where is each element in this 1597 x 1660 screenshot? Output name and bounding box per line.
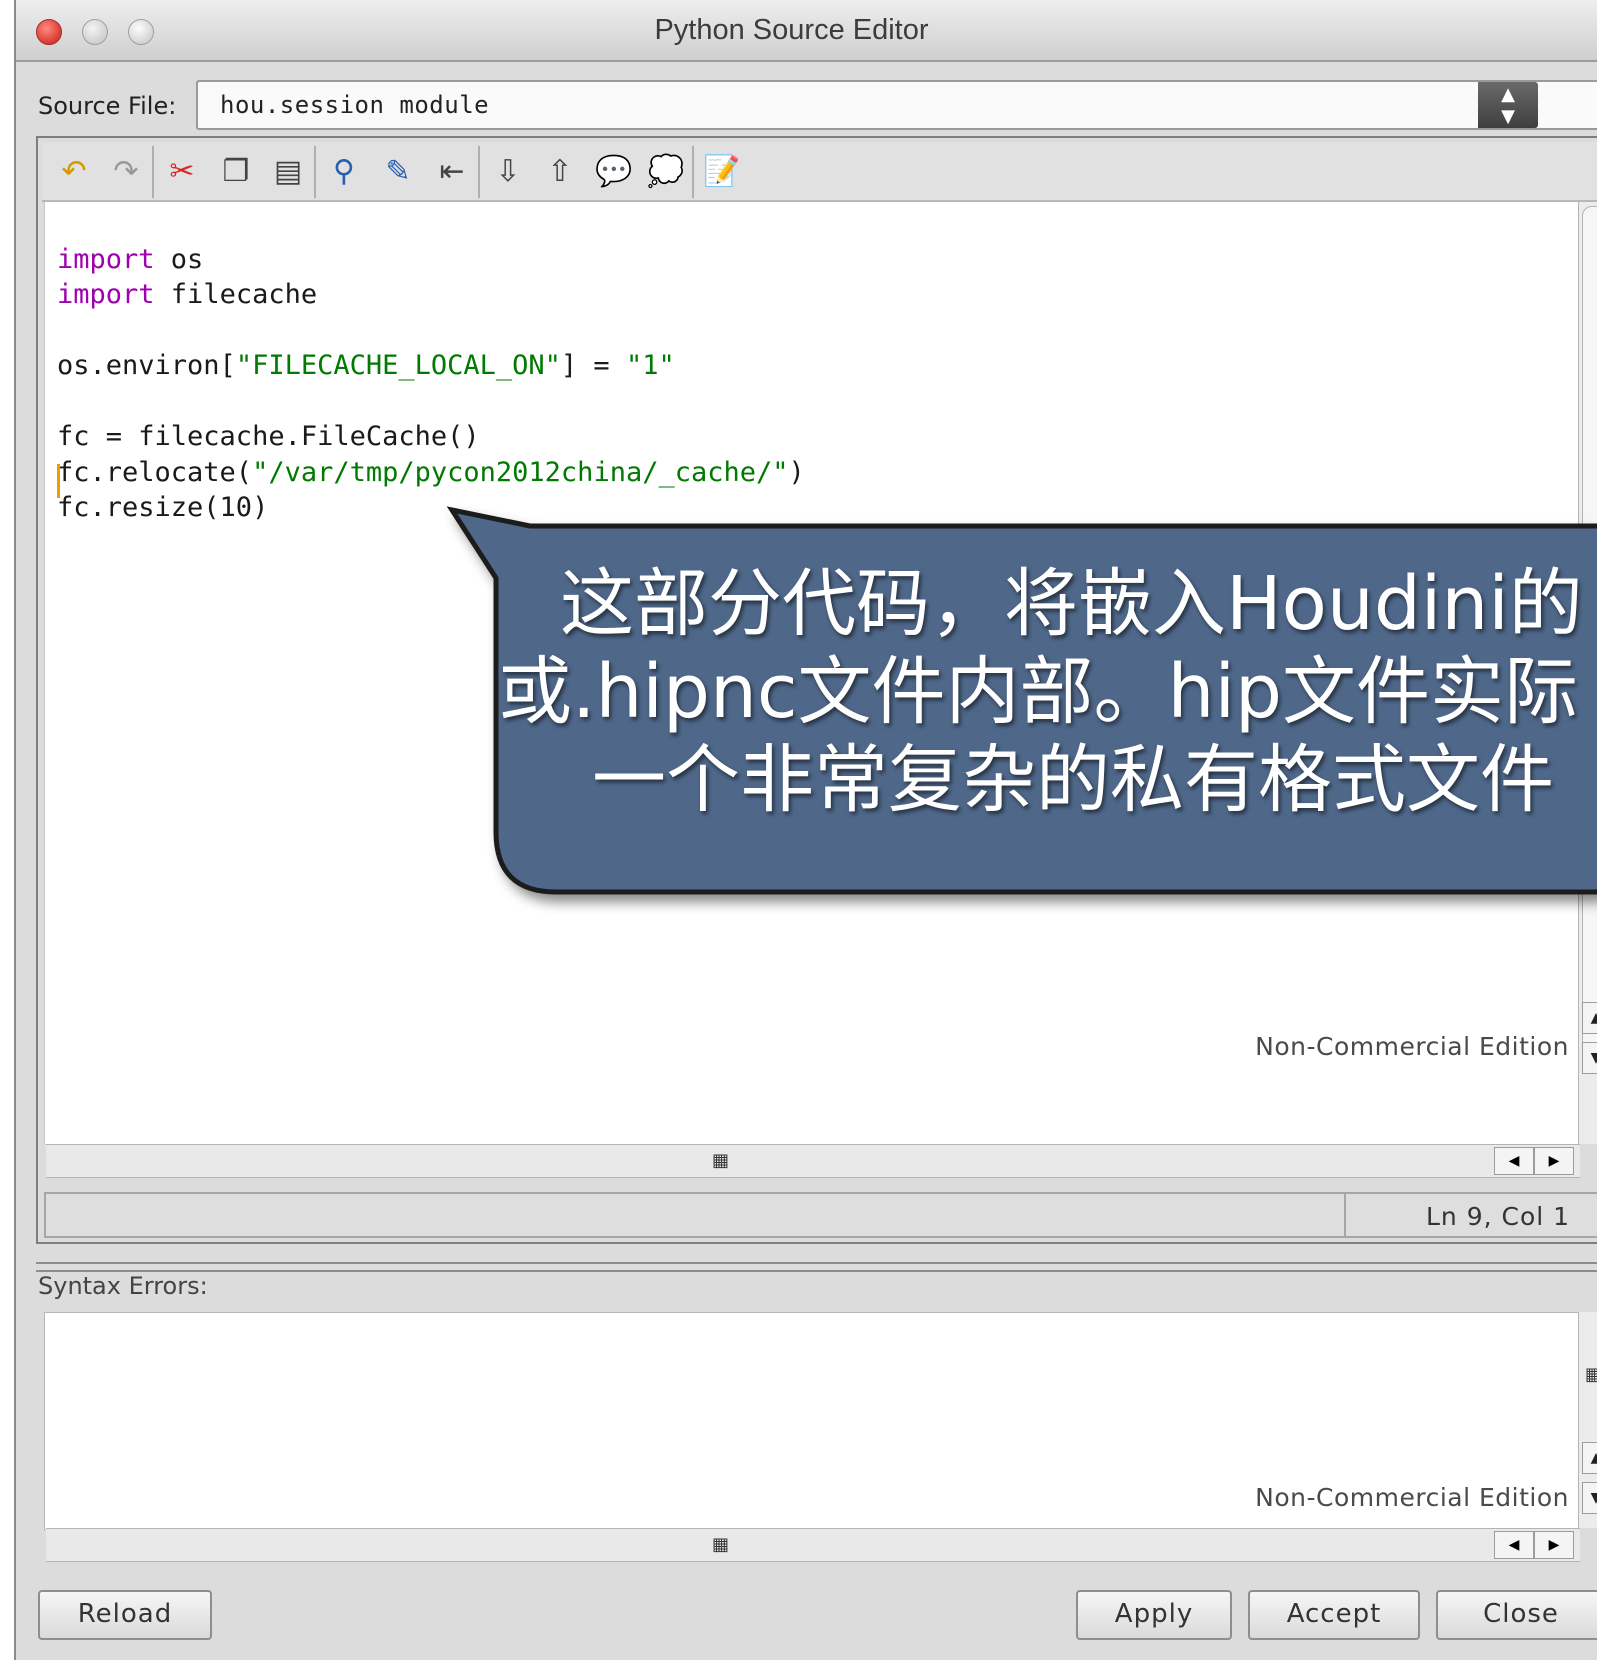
- callout-line-1: 这部分代码，将嵌入Houdini的: [560, 561, 1583, 647]
- callout-bubble: [446, 506, 1597, 895]
- callout-line-3: 一个非常复杂的私有格式文件: [592, 737, 1554, 823]
- callout-text: 这部分代码，将嵌入Houdini的 或.hipnc文件内部。hip文件实际 一个…: [498, 560, 1597, 824]
- callout-line-2: 或.hipnc文件内部。hip文件实际: [498, 649, 1578, 735]
